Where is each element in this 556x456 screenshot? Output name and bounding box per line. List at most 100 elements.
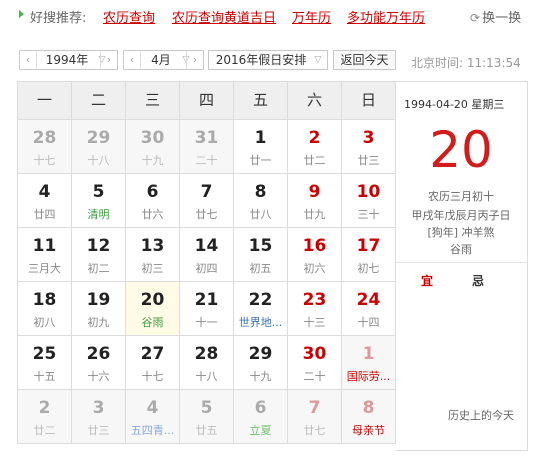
calendar-day[interactable]: 28 十八 <box>180 336 234 390</box>
calendar-day[interactable]: 4 五四青... <box>126 390 180 444</box>
calendar-week-row: 2 廿二 3 廿三 4 五四青... 5 廿五 6 立夏 7 廿七 8 母亲节 <box>18 390 396 444</box>
calendar-day[interactable]: 29 十八 <box>72 120 126 174</box>
calendar-day-selected[interactable]: 20 谷雨 <box>126 282 180 336</box>
calendar-day[interactable]: 31 二十 <box>180 120 234 174</box>
day-number: 5 <box>200 398 213 418</box>
calendar-day[interactable]: 2 廿二 <box>288 120 342 174</box>
calendar-day[interactable]: 16 初六 <box>288 228 342 282</box>
lunar-day: 三十 <box>357 208 380 221</box>
back-to-today-button[interactable]: 返回今天 <box>333 50 396 70</box>
lunar-day: 十六 <box>87 370 110 383</box>
calendar-day[interactable]: 5 清明 <box>72 174 126 228</box>
calendar-day[interactable]: 3 廿三 <box>72 390 126 444</box>
holiday-dropdown-icon[interactable]: ▽ <box>312 51 324 69</box>
lunar-day: 十三 <box>303 316 326 329</box>
lunar-day: 十八 <box>195 370 218 383</box>
calendar-day[interactable]: 11 三月大 <box>18 228 72 282</box>
calendar-week-row: 11 三月大 12 初二 13 初三 14 初四 15 初五 16 初六 17 初七 <box>18 228 396 282</box>
calendar-day[interactable]: 30 十九 <box>126 120 180 174</box>
lunar-day: 初八 <box>33 316 56 329</box>
calendar-day[interactable]: 7 廿七 <box>288 390 342 444</box>
calendar-day[interactable]: 18 初八 <box>18 282 72 336</box>
year-value[interactable]: 1994年 <box>37 51 97 69</box>
weekday-wed: 三 <box>126 82 180 120</box>
calendar-day[interactable]: 28 十七 <box>18 120 72 174</box>
lunar-day: 廿七 <box>303 424 326 437</box>
calendar-day[interactable]: 29 十九 <box>234 336 288 390</box>
day-detail-panel: 1994-04-20 星期三 20 农历三月初十 甲戌年戊辰月丙子日 [狗年] … <box>395 81 528 451</box>
lunar-day: 廿八 <box>249 208 272 221</box>
zodiac-info: [狗年] 冲羊煞 <box>427 226 495 239</box>
weekday-header: 一 二 三 四 五 六 日 <box>18 82 396 120</box>
day-number: 29 <box>86 128 111 148</box>
calendar-day[interactable]: 22 世界地... <box>234 282 288 336</box>
month-selector[interactable]: ‹ 4月 ▽ › <box>123 50 204 70</box>
calendar-day[interactable]: 30 二十 <box>288 336 342 390</box>
lunar-day: 十一 <box>195 316 218 329</box>
calendar-day[interactable]: 19 初九 <box>72 282 126 336</box>
calendar-day[interactable]: 7 廿七 <box>180 174 234 228</box>
lunar-day: 十九 <box>249 370 272 383</box>
lunar-day: 廿五 <box>195 424 218 437</box>
lunar-day: 国际劳... <box>346 370 391 383</box>
calendar-day[interactable]: 26 十六 <box>72 336 126 390</box>
history-today-link[interactable]: 历史上的今天 <box>448 407 514 423</box>
calendar-day[interactable]: 1 国际劳... <box>342 336 396 390</box>
link-lunar-query[interactable]: 农历查询 <box>103 7 155 26</box>
day-number: 25 <box>32 344 57 364</box>
lunar-day: 二十 <box>303 370 326 383</box>
day-number: 8 <box>254 182 267 202</box>
lunar-day: 十四 <box>357 316 380 329</box>
calendar-day[interactable]: 13 初三 <box>126 228 180 282</box>
day-number: 28 <box>32 128 57 148</box>
calendar-day[interactable]: 8 母亲节 <box>342 390 396 444</box>
month-value[interactable]: 4月 <box>141 51 181 69</box>
lunar-day: 初五 <box>249 262 272 275</box>
weekday-fri: 五 <box>234 82 288 120</box>
calendar-day[interactable]: 17 初七 <box>342 228 396 282</box>
day-number: 16 <box>302 236 327 256</box>
weekday-thu: 四 <box>180 82 234 120</box>
next-year-icon[interactable]: › <box>100 51 117 69</box>
calendar-day[interactable]: 1 廿一 <box>234 120 288 174</box>
calendar-day[interactable]: 6 廿六 <box>126 174 180 228</box>
calendar-day[interactable]: 27 十七 <box>126 336 180 390</box>
refresh-button[interactable]: ⟳ 换一换 <box>470 7 521 26</box>
lunar-day: 初三 <box>141 262 164 275</box>
calendar-day[interactable]: 8 廿八 <box>234 174 288 228</box>
year-selector[interactable]: ‹ 1994年 ▽ › <box>19 50 118 70</box>
calendar-day[interactable]: 6 立夏 <box>234 390 288 444</box>
calendar-day[interactable]: 24 十四 <box>342 282 396 336</box>
calendar-day[interactable]: 2 廿二 <box>18 390 72 444</box>
calendar-day[interactable]: 12 初二 <box>72 228 126 282</box>
calendar-day[interactable]: 4 廿四 <box>18 174 72 228</box>
calendar-day[interactable]: 21 十一 <box>180 282 234 336</box>
day-number: 19 <box>86 290 111 310</box>
calendar-week-row: 28 十七 29 十八 30 十九 31 二十 1 廿一 2 廿二 3 廿三 <box>18 120 396 174</box>
day-number: 24 <box>356 290 381 310</box>
next-month-icon[interactable]: › <box>186 51 203 69</box>
lunar-day: 廿一 <box>249 154 272 167</box>
calendar-day[interactable]: 9 廿九 <box>288 174 342 228</box>
link-lunar-auspicious-query[interactable]: 农历查询黄道吉日 <box>172 7 276 26</box>
holiday-selector[interactable]: 2016年假日安排 ▽ <box>208 50 328 70</box>
link-perpetual-calendar[interactable]: 万年历 <box>292 7 331 26</box>
prev-year-icon[interactable]: ‹ <box>20 51 37 69</box>
lunar-day: 廿三 <box>87 424 110 437</box>
prev-month-icon[interactable]: ‹ <box>124 51 141 69</box>
holiday-value[interactable]: 2016年假日安排 <box>213 51 309 69</box>
calendar-day[interactable]: 25 十五 <box>18 336 72 390</box>
day-number: 6 <box>146 182 159 202</box>
day-number: 7 <box>308 398 321 418</box>
day-number: 13 <box>140 236 165 256</box>
calendar-day[interactable]: 15 初五 <box>234 228 288 282</box>
calendar-day[interactable]: 5 廿五 <box>180 390 234 444</box>
weekday-sun: 日 <box>342 82 396 120</box>
calendar-day[interactable]: 23 十三 <box>288 282 342 336</box>
refresh-icon: ⟳ <box>470 11 481 25</box>
calendar-day[interactable]: 10 三十 <box>342 174 396 228</box>
lunar-day: 十七 <box>141 370 164 383</box>
calendar-day[interactable]: 3 廿三 <box>342 120 396 174</box>
link-multi-perpetual-calendar[interactable]: 多功能万年历 <box>347 7 425 26</box>
calendar-day[interactable]: 14 初四 <box>180 228 234 282</box>
